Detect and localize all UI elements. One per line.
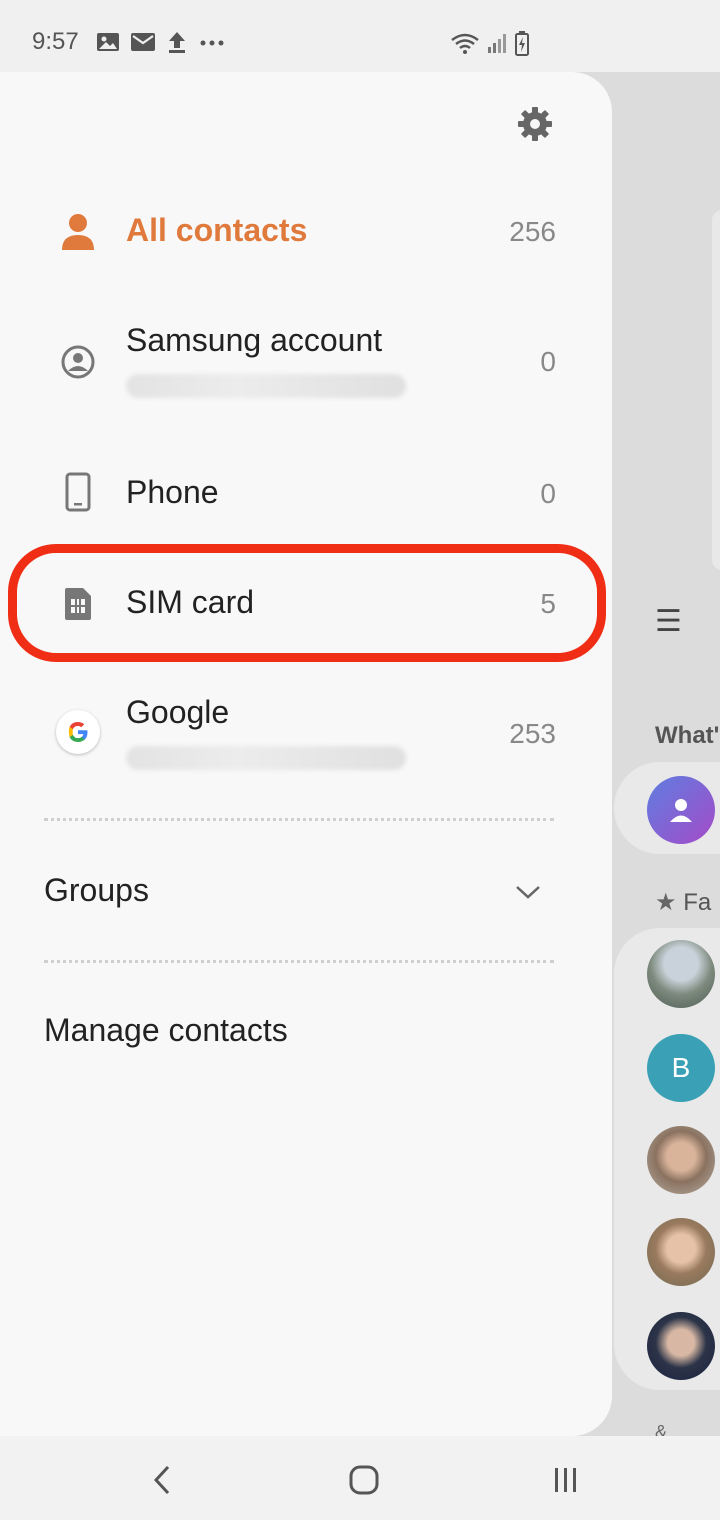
settings-button[interactable] — [515, 104, 555, 144]
avatar[interactable] — [647, 1126, 715, 1194]
sim-card-highlight-annotation — [8, 544, 606, 662]
gear-icon — [518, 107, 552, 141]
drawer-item-all-contacts[interactable]: All contacts 256 — [0, 190, 612, 280]
blurred-account-email — [126, 746, 406, 770]
home-button[interactable] — [340, 1456, 388, 1504]
drawer-item-google[interactable]: Google 253 — [0, 676, 612, 794]
drawer-item-label: All contacts — [126, 212, 308, 248]
status-icons-right — [450, 30, 530, 56]
manage-contacts-item[interactable]: Manage contacts — [44, 1012, 288, 1049]
favorites-label: ★ Fa — [655, 889, 712, 916]
background-section-label: What' — [655, 722, 720, 749]
status-icons-left — [96, 30, 226, 54]
status-time: 9:57 — [32, 28, 79, 55]
background-search-card — [712, 210, 720, 570]
divider — [44, 818, 554, 821]
email-icon — [131, 33, 155, 51]
navigation-bar — [0, 1436, 720, 1520]
drawer-item-count: 256 — [509, 216, 556, 247]
back-button[interactable] — [138, 1456, 186, 1504]
gallery-icon — [97, 33, 119, 51]
drawer-item-count: 253 — [509, 718, 556, 749]
wifi-icon — [451, 33, 479, 54]
back-icon — [153, 1465, 170, 1495]
drawer-item-label: Google — [126, 694, 230, 730]
divider — [44, 960, 554, 963]
drawer-item-phone[interactable]: Phone 0 — [0, 446, 612, 536]
phone-icon — [56, 470, 100, 514]
status-bar: 9:57 — [0, 0, 720, 72]
avatar[interactable] — [647, 1312, 715, 1380]
more-icon — [200, 40, 224, 46]
upload-icon — [169, 32, 185, 53]
battery-icon — [515, 31, 529, 56]
signal-icon — [488, 34, 506, 53]
avatar[interactable] — [647, 940, 715, 1008]
drawer-item-label: Samsung account — [126, 322, 383, 358]
drawer-item-count: 0 — [540, 478, 556, 509]
groups-label: Groups — [44, 872, 149, 908]
blurred-account-email — [126, 374, 406, 398]
google-icon — [56, 710, 100, 754]
chevron-down-icon[interactable] — [514, 878, 542, 906]
home-icon — [349, 1465, 379, 1495]
avatar[interactable] — [647, 1218, 715, 1286]
drawer-item-count: 0 — [540, 346, 556, 377]
drawer-item-label: Phone — [126, 474, 219, 510]
recents-button[interactable] — [542, 1456, 590, 1504]
star-icon: ★ — [655, 889, 677, 916]
drawer-item-samsung-account[interactable]: Samsung account 0 — [0, 304, 612, 422]
profile-person-icon — [670, 799, 692, 822]
recents-icon — [555, 1468, 576, 1492]
avatar[interactable]: B — [647, 1034, 715, 1102]
menu-icon[interactable]: ☰ — [655, 604, 682, 639]
samsung-account-icon — [56, 340, 100, 384]
profile-avatar[interactable] — [647, 776, 715, 844]
person-icon — [56, 210, 100, 254]
